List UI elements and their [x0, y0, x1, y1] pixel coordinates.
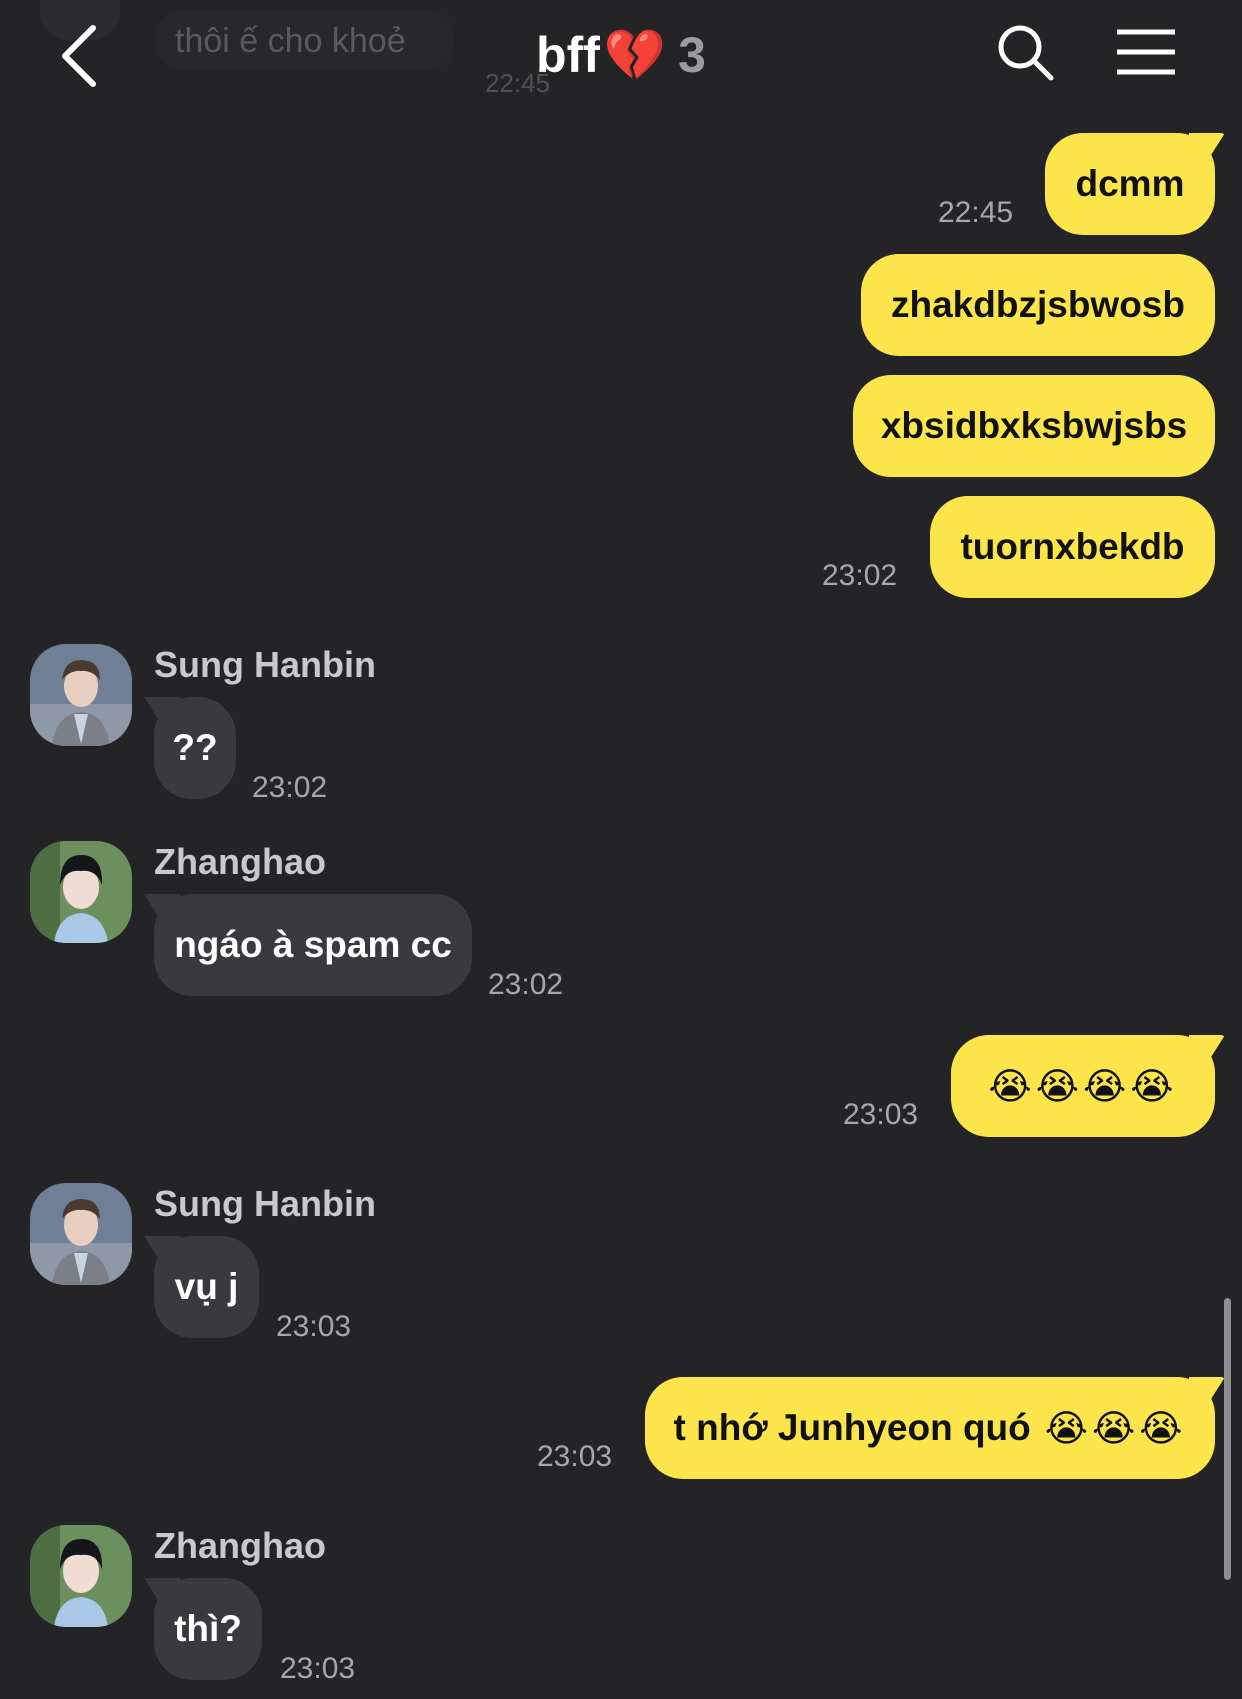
- scrollbar[interactable]: [1224, 1298, 1231, 1580]
- their-message-bubble[interactable]: thì?: [154, 1578, 262, 1680]
- crying-face-emoji: 😭😭😭😭: [988, 1065, 1178, 1107]
- message-time: 23:03: [843, 1098, 919, 1131]
- message-text: t nhớ Junhyeon quó: [673, 1407, 1031, 1448]
- avatar-sung-hanbin[interactable]: [30, 644, 132, 746]
- menu-button[interactable]: [1115, 28, 1177, 78]
- my-message-bubble[interactable]: t nhớ Junhyeon quó 😭😭😭: [645, 1377, 1215, 1479]
- avatar-sung-hanbin[interactable]: [30, 1183, 132, 1285]
- their-message-bubble[interactable]: ??: [154, 697, 236, 799]
- person-photo-icon: [30, 841, 132, 943]
- message-text: xbsidbxksbwjsbs: [880, 405, 1188, 446]
- avatar-zhanghao[interactable]: [30, 841, 132, 943]
- person-photo-icon: [30, 1183, 132, 1285]
- sender-name: Zhanghao: [154, 841, 326, 882]
- my-message-bubble[interactable]: zhakdbzjsbwosb: [861, 254, 1215, 356]
- my-message-bubble[interactable]: tuornxbekdb: [930, 496, 1215, 598]
- search-button[interactable]: [995, 22, 1057, 84]
- message-text: vụ j: [174, 1266, 239, 1307]
- message-time: 23:02: [822, 559, 898, 592]
- avatar-zhanghao[interactable]: [30, 1525, 132, 1627]
- my-message-bubble[interactable]: dcmm: [1045, 133, 1215, 235]
- message-time: 23:02: [252, 771, 328, 804]
- message-time: 23:03: [280, 1652, 356, 1685]
- their-message-bubble[interactable]: vụ j: [154, 1236, 259, 1338]
- sender-name: Sung Hanbin: [154, 644, 376, 685]
- message-time: 22:45: [938, 196, 1014, 229]
- message-text: dcmm: [1075, 163, 1185, 204]
- chat-name: bff: [536, 27, 600, 83]
- message-text: ??: [172, 727, 218, 768]
- person-photo-icon: [30, 644, 132, 746]
- message-text: ngáo à spam cc: [174, 924, 452, 965]
- my-message-bubble[interactable]: 😭😭😭😭: [951, 1035, 1215, 1137]
- message-text: zhakdbzjsbwosb: [891, 284, 1185, 325]
- message-time: 23:03: [537, 1440, 613, 1473]
- their-message-bubble[interactable]: ngáo à spam cc: [154, 894, 472, 996]
- broken-heart-emoji: 💔: [603, 27, 667, 83]
- search-icon: [998, 25, 1054, 81]
- message-text: tuornxbekdb: [960, 526, 1185, 567]
- person-photo-icon: [30, 1525, 132, 1627]
- my-message-bubble[interactable]: xbsidbxksbwjsbs: [853, 375, 1215, 477]
- hamburger-menu-icon: [1117, 29, 1175, 75]
- chat-header: thôi ế cho khoẻ 22:45 bff💔 3: [0, 0, 1242, 110]
- message-text: thì?: [174, 1608, 242, 1649]
- message-time: 23:03: [276, 1310, 352, 1343]
- sender-name: Sung Hanbin: [154, 1183, 376, 1224]
- message-time: 23:02: [488, 968, 564, 1001]
- sender-name: Zhanghao: [154, 1525, 326, 1566]
- member-count: 3: [678, 27, 706, 83]
- crying-face-emoji: 😭😭😭: [1044, 1407, 1187, 1449]
